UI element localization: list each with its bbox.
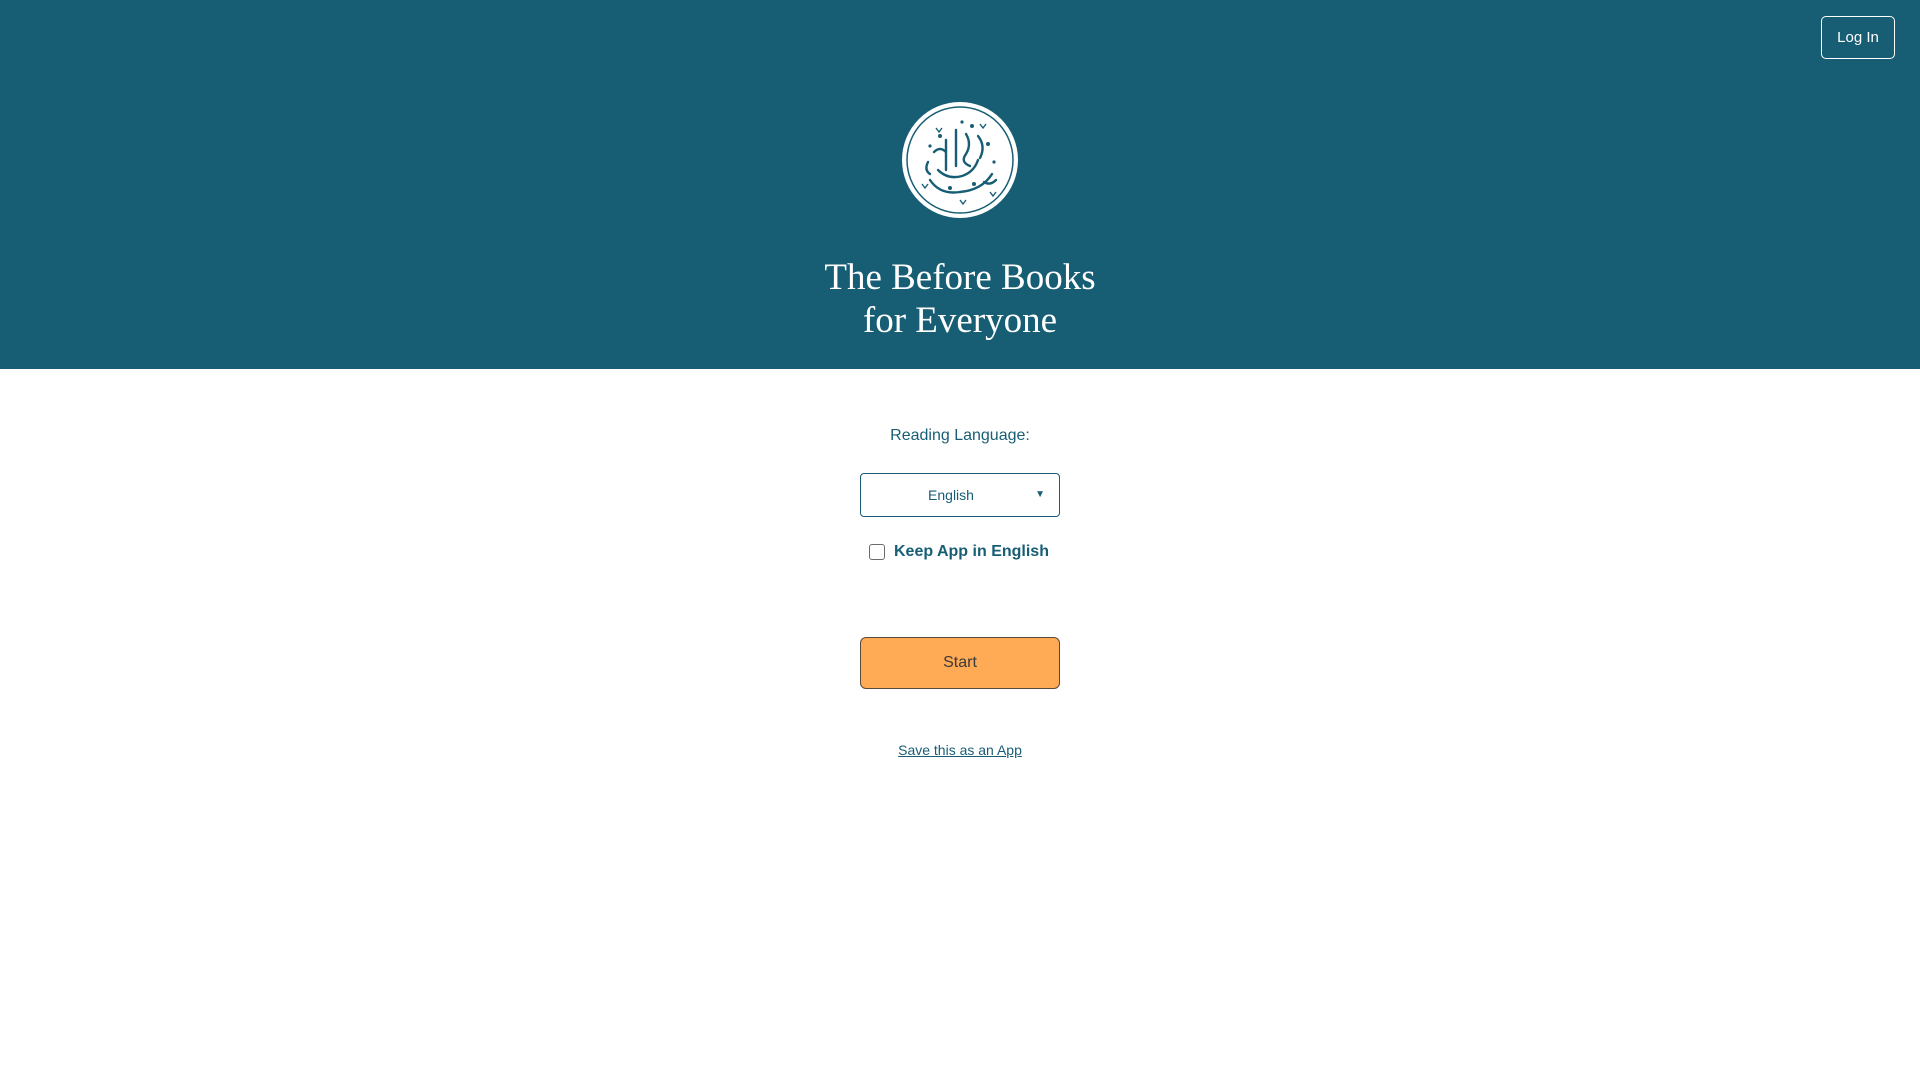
arabic-calligraphy-seal-icon xyxy=(902,102,1018,218)
keep-app-row: Keep App in English xyxy=(869,542,1049,562)
reading-language-label: Reading Language: xyxy=(890,427,1030,444)
keep-app-checkbox[interactable] xyxy=(869,544,885,560)
title-line-1: The Before Books xyxy=(824,257,1096,298)
chevron-down-icon: ▼ xyxy=(1035,489,1045,500)
start-button[interactable]: Start xyxy=(860,637,1060,689)
save-app-container: Save this as an App xyxy=(0,742,1920,758)
selected-language: English xyxy=(928,487,974,503)
login-button[interactable]: Log In xyxy=(1821,16,1895,59)
header-banner: Log In The Before Books for Everyone xyxy=(0,0,1920,369)
save-as-app-link[interactable]: Save this as an App xyxy=(898,742,1022,758)
site-title: The Before Books for Everyone xyxy=(0,256,1920,342)
reading-language-select[interactable]: English ▼ xyxy=(860,473,1060,517)
title-line-2: for Everyone xyxy=(862,300,1058,341)
keep-app-label[interactable]: Keep App in English xyxy=(894,543,1049,561)
